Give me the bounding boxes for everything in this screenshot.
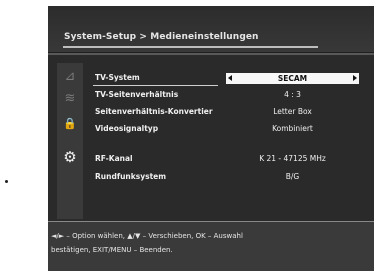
antenna-icon[interactable]: ⊿ xyxy=(61,69,79,85)
outside-marker xyxy=(5,180,8,183)
lock-icon[interactable]: 🔒 xyxy=(61,116,79,132)
page-title: System-Setup > Medieneinstellungen xyxy=(64,32,259,42)
satellite-dish-icon[interactable]: ≋ xyxy=(61,91,79,107)
setting-label-rf-channel[interactable]: RF-Kanal xyxy=(95,154,133,163)
help-text-line-2: bestätigen, EXIT/MENU – Beenden. xyxy=(51,246,173,254)
setting-label-video-signal-type[interactable]: Videosignaltyp xyxy=(95,124,158,133)
setting-value-tv-system-text: SECAM xyxy=(277,74,308,83)
tv-setup-screen: System-Setup > Medieneinstellungen ⊿ ≋ 🔒… xyxy=(48,6,374,271)
setting-value-aspect-ratio[interactable]: 4 : 3 xyxy=(226,90,359,99)
title-bar: System-Setup > Medieneinstellungen xyxy=(48,6,374,52)
setting-value-tv-system[interactable]: SECAM xyxy=(226,73,359,84)
setting-label-aspect-conversion[interactable]: Seitenverhältnis-Konvertier xyxy=(95,107,213,116)
setting-value-video-signal-type[interactable]: Kombiniert xyxy=(226,124,359,133)
arrow-right-icon[interactable] xyxy=(353,75,357,81)
setting-value-rf-channel[interactable]: K 21 - 47125 MHz xyxy=(226,154,359,163)
category-icon-column: ⊿ ≋ 🔒 ⚙ xyxy=(57,63,83,219)
selection-underline xyxy=(93,85,218,86)
setting-label-tv-system[interactable]: TV-System xyxy=(95,73,140,82)
setting-label-aspect-ratio[interactable]: TV-Seitenverhältnis xyxy=(95,90,178,99)
help-text-line-1: ◄/► – Option wählen, ▲/▼ – Verschieben, … xyxy=(51,232,243,240)
setting-value-broadcast-system[interactable]: B/G xyxy=(226,172,359,181)
help-footer: ◄/► – Option wählen, ▲/▼ – Verschieben, … xyxy=(48,221,374,271)
setting-value-aspect-conversion[interactable]: Letter Box xyxy=(226,107,359,116)
title-underline xyxy=(63,46,318,48)
gear-icon[interactable]: ⚙ xyxy=(61,149,79,165)
setting-label-broadcast-system[interactable]: Rundfunksystem xyxy=(95,172,166,181)
footer-divider xyxy=(48,221,374,222)
